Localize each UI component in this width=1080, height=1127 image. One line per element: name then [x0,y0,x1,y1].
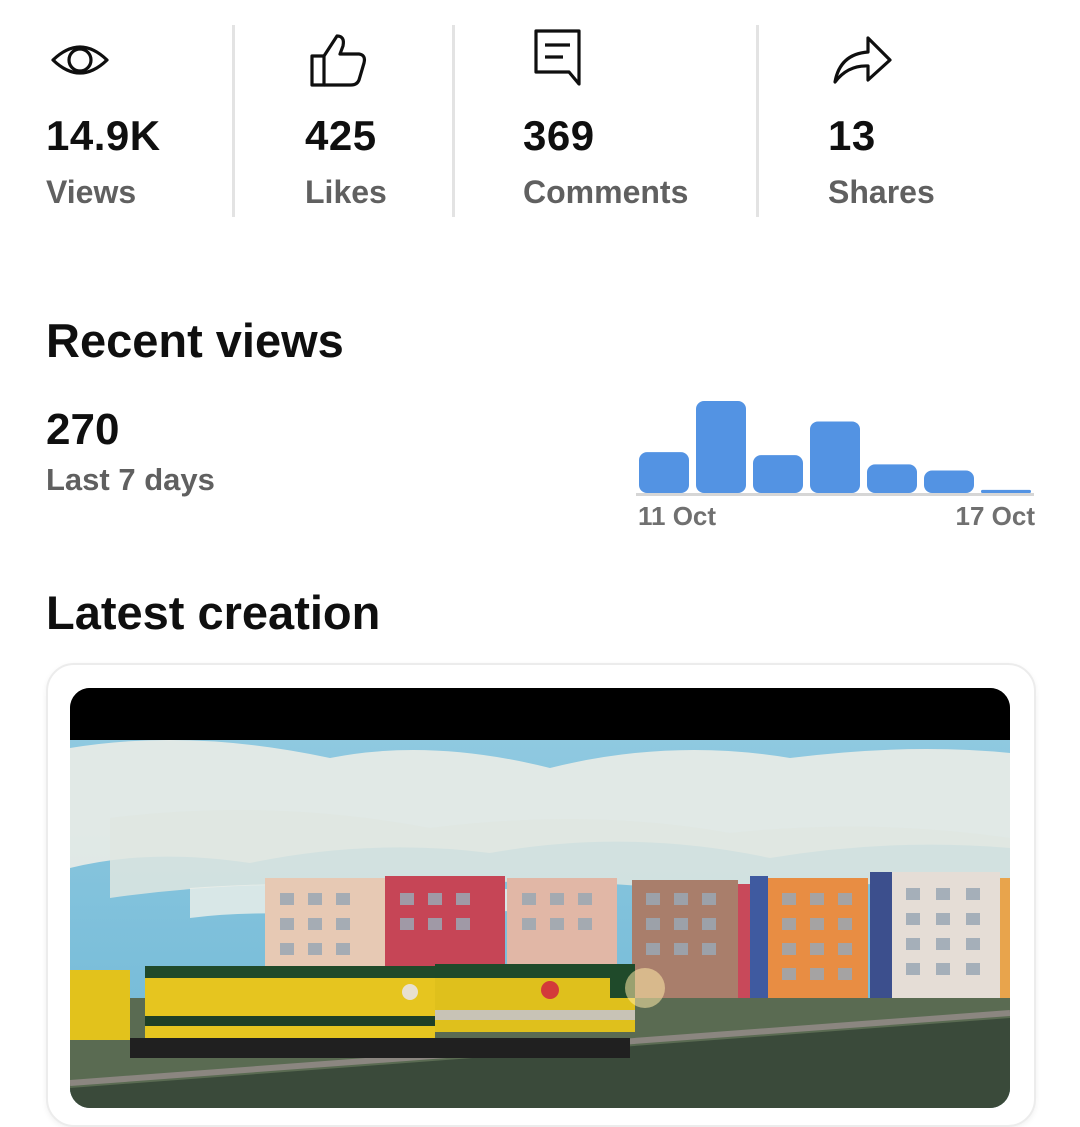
recent-views-chart-svg: 11 Oct 17 Oct [636,401,1036,531]
recent-views-title: Recent views [46,314,344,367]
divider [452,25,455,217]
comment-icon [533,28,585,93]
share-arrow-icon [832,32,894,93]
chart-bar [696,401,746,493]
recent-views-period: Last 7 days [46,462,215,497]
video-thumbnail[interactable] [70,688,1010,1108]
recent-views-chart[interactable]: 11 Oct 17 Oct [620,380,1050,540]
stat-value: 14.9K [46,112,161,159]
chart-bar [867,464,917,493]
eye-icon [50,30,110,95]
chart-bar [753,455,803,493]
divider [756,25,759,217]
chart-tick-label: 17 Oct [956,501,1036,531]
chart-bar [924,470,974,493]
stats-row: 14.9K Views 425 Likes 369 Comments 13 Sh… [0,0,1080,230]
divider [232,25,235,217]
thumbnail-image [70,688,1010,1108]
chart-bar [810,421,860,493]
thumbs-up-icon [309,32,373,93]
stat-label: Shares [828,174,935,210]
stat-label: Likes [305,174,387,210]
chart-bar [981,489,1031,493]
stat-label: Comments [523,174,689,210]
latest-creation-title: Latest creation [46,586,381,639]
recent-views-total: 270 [46,405,120,454]
stat-label: Views [46,174,137,210]
latest-creation-card[interactable] [46,663,1036,1127]
stat-value: 425 [305,112,377,159]
chart-bar [639,452,689,493]
stat-value: 369 [523,112,595,159]
chart-tick-label: 11 Oct [638,501,716,531]
stat-value: 13 [828,112,876,159]
